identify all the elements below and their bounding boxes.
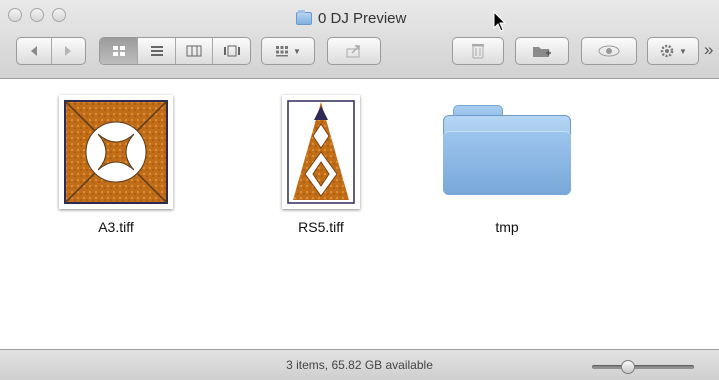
column-view-button[interactable] xyxy=(174,38,213,64)
finder-window: 0 DJ Preview ▼ ▼ » A3.tiff RS5.tiff tmp … xyxy=(0,0,719,380)
coverflow-view-icon xyxy=(223,45,240,57)
coverflow-view-button[interactable] xyxy=(212,38,250,64)
trash-icon xyxy=(472,44,484,59)
status-bar: 3 items, 65.82 GB available xyxy=(0,349,719,380)
delete-button[interactable] xyxy=(452,37,504,65)
folder-item[interactable]: tmp xyxy=(442,105,572,235)
slider-thumb[interactable] xyxy=(620,360,635,374)
column-view-icon xyxy=(186,45,202,57)
title-toolbar: 0 DJ Preview ▼ ▼ » xyxy=(0,0,719,79)
back-arrow-icon xyxy=(30,46,37,56)
share-icon xyxy=(346,45,360,58)
file-item[interactable]: A3.tiff xyxy=(51,95,181,235)
zoom-button[interactable] xyxy=(52,8,66,22)
folder-name: tmp xyxy=(495,219,519,235)
arrange-grid-icon xyxy=(276,46,289,57)
chevron-down-icon: ▼ xyxy=(293,46,301,56)
quilt-pattern-image xyxy=(64,100,168,204)
icon-size-slider[interactable] xyxy=(592,360,694,374)
window-title: 0 DJ Preview xyxy=(296,8,406,28)
eye-icon xyxy=(598,45,620,57)
file-thumbnail xyxy=(282,95,360,209)
share-button[interactable] xyxy=(327,37,381,65)
forward-arrow-icon xyxy=(65,46,72,56)
file-name: RS5.tiff xyxy=(298,219,344,235)
icon-view-button[interactable] xyxy=(100,38,138,64)
toolbar-overflow-icon[interactable]: » xyxy=(704,40,713,60)
gear-icon xyxy=(660,44,674,58)
list-view-icon xyxy=(150,46,163,56)
chevron-down-icon: ▼ xyxy=(679,46,687,56)
file-item[interactable]: RS5.tiff xyxy=(256,95,386,235)
minimize-button[interactable] xyxy=(30,8,44,22)
close-button[interactable] xyxy=(8,8,22,22)
icon-view-icon xyxy=(112,46,125,56)
back-button[interactable] xyxy=(17,38,51,64)
list-view-button[interactable] xyxy=(137,38,175,64)
view-mode-control xyxy=(99,37,251,65)
action-button[interactable]: ▼ xyxy=(647,37,699,65)
folder-icon xyxy=(296,9,312,25)
forward-button[interactable] xyxy=(50,38,85,64)
cursor-icon xyxy=(493,11,507,32)
file-icon-view: A3.tiff RS5.tiff tmp xyxy=(6,79,719,349)
quilt-pattern-image xyxy=(287,100,355,204)
quicklook-button[interactable] xyxy=(581,37,637,65)
new-folder-icon xyxy=(533,46,551,57)
file-name: A3.tiff xyxy=(98,219,134,235)
folder-icon xyxy=(443,105,571,195)
back-forward-control xyxy=(16,37,86,65)
window-title-text: 0 DJ Preview xyxy=(318,9,407,27)
new-folder-button[interactable] xyxy=(515,37,569,65)
file-thumbnail xyxy=(59,95,173,209)
arrange-button[interactable]: ▼ xyxy=(261,37,315,65)
